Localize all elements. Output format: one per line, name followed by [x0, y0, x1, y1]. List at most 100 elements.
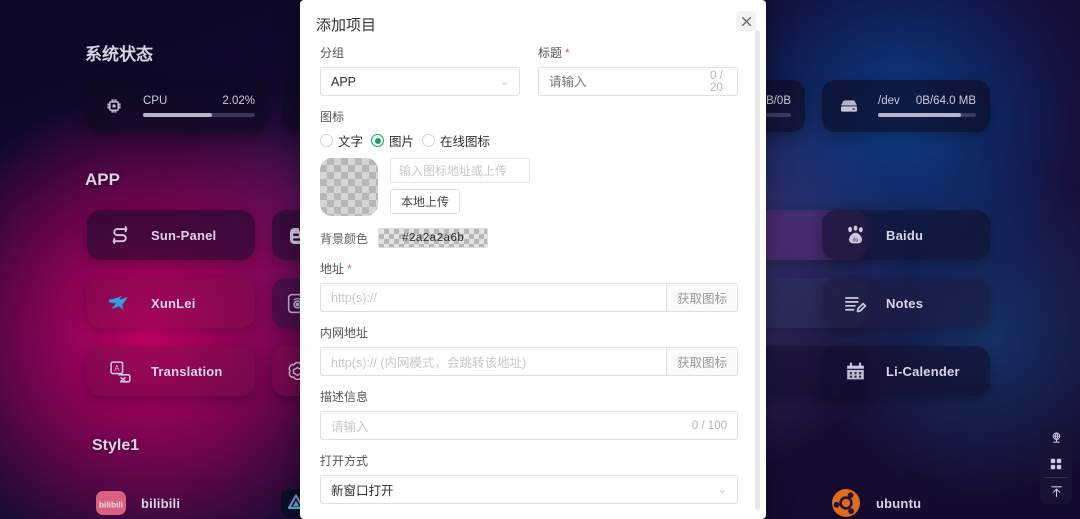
- radio-label: 图片: [389, 135, 415, 149]
- local-upload-button[interactable]: 本地上传: [390, 189, 461, 214]
- radio-text[interactable]: 文字: [320, 131, 363, 150]
- ubuntu-icon: [830, 487, 862, 519]
- radio-label: 文字: [338, 135, 364, 149]
- description-label: 描述信息: [320, 390, 369, 404]
- app-label: Li-Calender: [886, 363, 960, 379]
- icon-label: 图标: [320, 110, 345, 124]
- radio-circle-icon: [371, 134, 385, 147]
- fetch-icon-button[interactable]: 获取图标: [665, 283, 738, 312]
- xunlei-bird-icon: [103, 286, 137, 320]
- sun-panel-dashboard: 系统状态 APP Style1 CPU 2.02% B/0B /dev 0B/6…: [0, 0, 1080, 519]
- icon-upload-zone: 输入图标地址或上传 本地上传: [320, 158, 738, 216]
- float-toolbar: [1040, 425, 1072, 504]
- field-lan-address: 内网地址 http(s):// (内网模式，会跳转该地址) 获取图标: [320, 324, 738, 376]
- translation-icon: A: [103, 354, 137, 388]
- app-label: Notes: [886, 295, 924, 311]
- app-card-translation[interactable]: A Translation: [87, 346, 255, 396]
- status-card-cpu[interactable]: CPU 2.02%: [87, 80, 269, 132]
- app-card-bilibili[interactable]: bilibili bilibili: [87, 478, 255, 519]
- section-title-app: APP: [85, 170, 120, 189]
- field-address: 地址 * http(s):// 获取图标: [320, 260, 738, 312]
- title-input[interactable]: [549, 74, 710, 89]
- svg-text:bilibili: bilibili: [99, 500, 123, 510]
- dialog-header: 添加项目: [300, 0, 766, 39]
- radio-online-icon[interactable]: 在线图标: [422, 131, 490, 150]
- field-description: 描述信息 请输入 0 / 100: [320, 388, 738, 440]
- title-input-wrap[interactable]: 0 / 20: [538, 67, 738, 96]
- status-card-dev[interactable]: /dev 0B/64.0 MB: [822, 80, 990, 132]
- title-label: 标题 *: [538, 45, 570, 60]
- svg-text:A: A: [114, 363, 120, 372]
- app-label: bilibili: [141, 495, 181, 511]
- open-mode-label: 打开方式: [320, 454, 369, 468]
- app-card-sun-panel[interactable]: Sun-Panel: [87, 210, 255, 260]
- calendar-icon: [838, 354, 872, 388]
- open-mode-value: 新窗口打开: [331, 484, 394, 498]
- icon-url-placeholder: 输入图标地址或上传: [399, 164, 508, 178]
- app-card-li-calender[interactable]: Li-Calender: [822, 346, 990, 396]
- field-title: 标题 * 0 / 20: [538, 44, 738, 96]
- radio-circle-icon: [320, 134, 333, 147]
- app-label: Baidu: [886, 227, 924, 243]
- bg-color-label: 背景颜色: [320, 231, 369, 246]
- status-name: CPU: [143, 95, 168, 107]
- section-title-style1: Style1: [92, 437, 140, 454]
- app-label: Sun-Panel: [151, 227, 217, 243]
- svg-text:du: du: [852, 237, 858, 243]
- icon-url-input[interactable]: 输入图标地址或上传: [390, 158, 530, 183]
- radio-image[interactable]: 图片: [371, 131, 414, 150]
- group-select[interactable]: APP ⌄: [320, 67, 520, 96]
- globe-network-icon[interactable]: [1040, 425, 1072, 451]
- group-label: 分组: [320, 46, 345, 60]
- dialog-body: 分组 APP ⌄ 标题 * 0 / 20: [300, 40, 766, 519]
- group-value: APP: [331, 74, 357, 89]
- bilibili-icon: bilibili: [95, 487, 127, 519]
- lan-address-placeholder: http(s):// (内网模式，会跳转该地址): [331, 356, 527, 370]
- sun-panel-icon: [103, 218, 137, 252]
- app-card-notes[interactable]: Notes: [822, 278, 990, 328]
- lan-address-input[interactable]: http(s):// (内网模式，会跳转该地址): [320, 347, 666, 376]
- status-value: 2.02%: [222, 95, 255, 107]
- bg-color-swatch[interactable]: #2a2a2a6b: [378, 228, 489, 248]
- status-progress-bar: [143, 113, 255, 117]
- title-counter: 0 / 20: [710, 69, 723, 94]
- bg-color-row: 背景颜色 #2a2a2a6b: [320, 228, 738, 248]
- radio-circle-icon: [422, 134, 436, 147]
- required-marker: *: [347, 261, 352, 276]
- description-input[interactable]: 请输入 0 / 100: [320, 411, 738, 440]
- baidu-paw-icon: du: [838, 218, 872, 252]
- chevron-down-icon: ⌄: [717, 484, 727, 496]
- icon-type-radio-group: 文字 图片 在线图标: [320, 131, 738, 150]
- address-placeholder: http(s)://: [331, 290, 377, 305]
- status-value: 0B/64.0 MB: [915, 95, 976, 107]
- description-counter: 0 / 100: [691, 419, 727, 432]
- status-value: B/0B: [766, 95, 791, 107]
- status-name: /dev: [878, 95, 900, 107]
- icon-preview[interactable]: [320, 158, 378, 216]
- lan-fetch-icon-button[interactable]: 获取图标: [665, 347, 738, 376]
- close-icon[interactable]: [736, 11, 756, 31]
- app-label: XunLei: [151, 295, 196, 311]
- cpu-chip-icon: [97, 89, 131, 123]
- field-icon: 图标 文字 图片 在线图标 输入图标地址或上传 本地上传 背景颜色 #2a2a2…: [320, 108, 738, 248]
- notes-icon: [838, 286, 872, 320]
- app-card-xunlei[interactable]: XunLei: [87, 278, 255, 328]
- scroll-to-top-icon[interactable]: [1040, 478, 1072, 504]
- dialog-title: 添加项目: [316, 17, 377, 34]
- section-title-system-status: 系统状态: [85, 45, 153, 64]
- field-group: 分组 APP ⌄: [320, 44, 520, 96]
- address-input[interactable]: http(s)://: [320, 283, 666, 312]
- chevron-down-icon: ⌄: [499, 76, 509, 88]
- disk-icon: [832, 89, 866, 123]
- app-label: Translation: [151, 363, 223, 379]
- app-card-ubuntu[interactable]: ubuntu: [822, 478, 990, 519]
- radio-label: 在线图标: [440, 135, 491, 149]
- field-open-mode: 打开方式 新窗口打开 ⌄: [320, 452, 738, 504]
- description-placeholder: 请输入: [331, 420, 369, 434]
- open-mode-select[interactable]: 新窗口打开 ⌄: [320, 475, 738, 504]
- lan-address-label: 内网地址: [320, 326, 369, 340]
- status-progress-bar: [878, 113, 976, 117]
- app-card-baidu[interactable]: du Baidu: [822, 210, 990, 260]
- add-item-dialog: 添加项目 分组 APP ⌄ 标题 * 请输入 0 / 20 图标 文字 图片 在…: [300, 0, 766, 519]
- grid-apps-icon[interactable]: [1040, 451, 1072, 477]
